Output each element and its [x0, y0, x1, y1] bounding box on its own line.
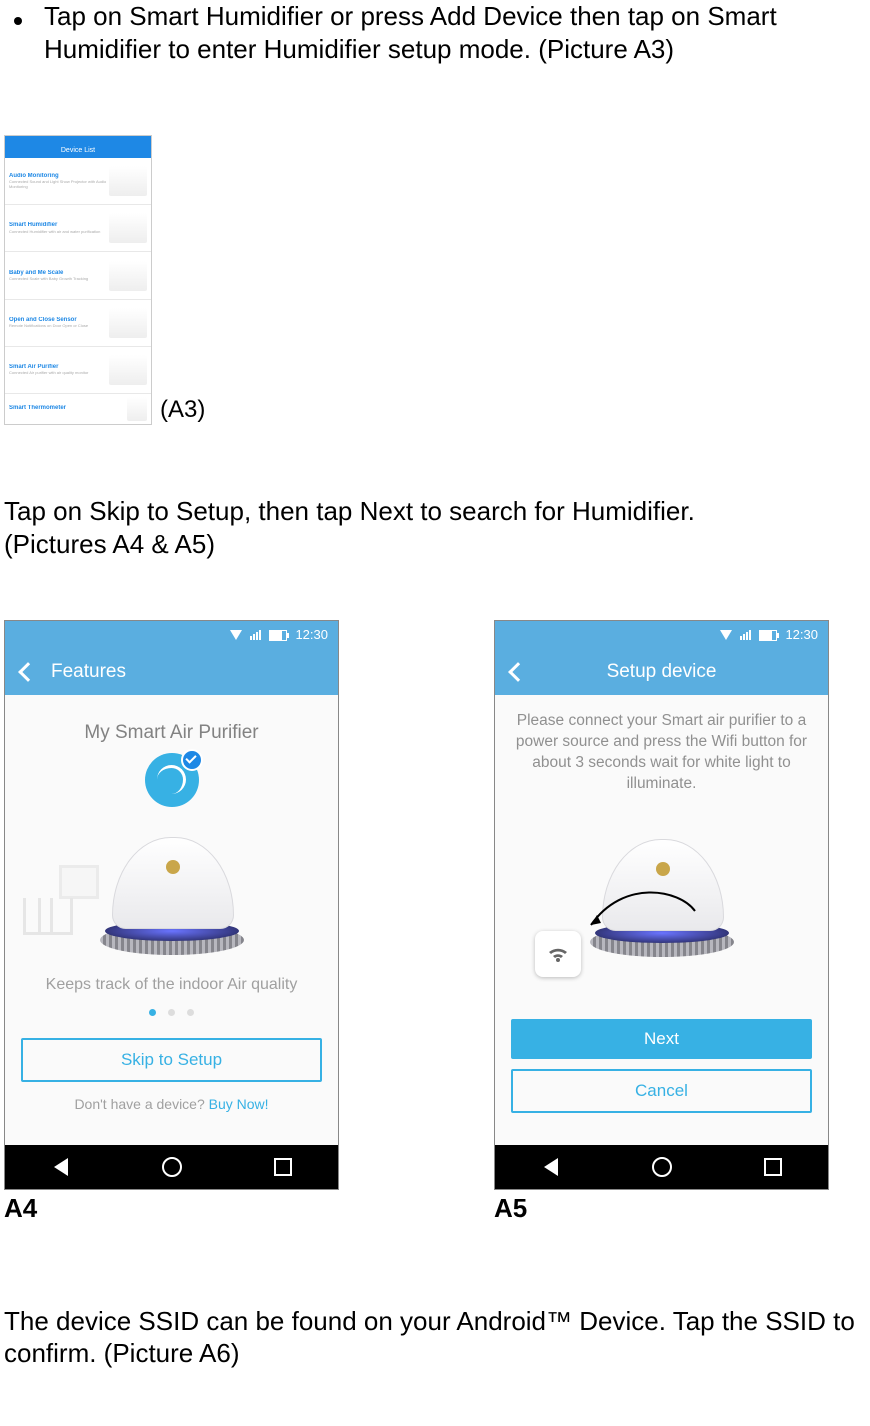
status-bar — [5, 136, 151, 144]
caption-a4: A4 — [4, 1192, 339, 1225]
circle-home-icon — [162, 1157, 182, 1177]
cancel-button[interactable]: Cancel — [511, 1069, 812, 1113]
wifi-icon — [720, 630, 732, 640]
device-thumb — [109, 166, 147, 196]
battery-icon — [759, 630, 777, 641]
chevron-left-icon — [18, 662, 38, 682]
feature-icon — [145, 753, 199, 807]
square-recent-icon — [274, 1158, 292, 1176]
status-time: 12:30 — [295, 627, 328, 643]
skip-to-setup-button[interactable]: Skip to Setup — [21, 1038, 322, 1082]
no-device-text: Don't have a device? Buy Now! — [5, 1096, 338, 1114]
device-thumb — [109, 355, 147, 385]
check-icon — [181, 749, 203, 771]
dot — [168, 1009, 175, 1016]
screenshot-a5: 12:30 Setup device Please connect your S… — [494, 620, 829, 1190]
background-illustration — [23, 865, 103, 935]
device-thumb — [127, 397, 147, 421]
purifier-image — [97, 825, 247, 955]
nav-home-button[interactable] — [161, 1156, 183, 1178]
intro-bullet: Tap on Smart Humidifier or press Add Dev… — [4, 0, 866, 95]
caption-a5: A5 — [494, 1192, 527, 1225]
device-list-item[interactable]: Smart Thermometer — [5, 394, 151, 424]
screen-title: Device List — [5, 144, 151, 158]
triangle-back-icon — [544, 1158, 558, 1176]
arrow-icon — [583, 883, 703, 933]
signal-icon — [740, 630, 751, 640]
nav-back-button[interactable] — [50, 1156, 72, 1178]
bullet-icon — [4, 0, 44, 95]
feature-subtitle: Keeps track of the indoor Air quality — [5, 975, 338, 995]
mid-text-1: Tap on Skip to Setup, then tap Next to s… — [4, 495, 866, 528]
dot — [187, 1009, 194, 1016]
next-button[interactable]: Next — [511, 1019, 812, 1059]
screen-title: Features — [51, 660, 338, 684]
intro-text: Tap on Smart Humidifier or press Add Dev… — [44, 0, 866, 65]
device-list-item[interactable]: Open and Close SensorRemote Notification… — [5, 300, 151, 347]
nav-recent-button[interactable] — [762, 1156, 784, 1178]
circle-home-icon — [652, 1157, 672, 1177]
nav-recent-button[interactable] — [272, 1156, 294, 1178]
device-heading: My Smart Air Purifier — [5, 721, 338, 745]
wifi-button-icon — [535, 931, 581, 977]
back-button[interactable] — [5, 665, 51, 679]
page-indicator[interactable] — [5, 1009, 338, 1016]
screenshot-a3: Device List Audio MonitoringConnected So… — [4, 135, 152, 425]
nav-back-button[interactable] — [540, 1156, 562, 1178]
outro-text: The device SSID can be found on your And… — [4, 1305, 866, 1370]
android-nav-bar — [495, 1145, 828, 1189]
device-list-item[interactable]: Smart HumidifierConnected Humidifier wit… — [5, 205, 151, 252]
title-bar: Features — [5, 649, 338, 695]
status-bar: 12:30 — [5, 621, 338, 649]
nav-home-button[interactable] — [651, 1156, 673, 1178]
device-list-item[interactable]: Smart Air PurifierConnected Air purifier… — [5, 347, 151, 394]
android-nav-bar — [5, 1145, 338, 1189]
triangle-back-icon — [54, 1158, 68, 1176]
air-icon — [157, 765, 186, 794]
device-list-item[interactable]: Audio MonitoringConnected Sound and Ligh… — [5, 158, 151, 205]
battery-icon — [269, 630, 287, 641]
device-thumb — [109, 213, 147, 243]
device-list-item[interactable]: Baby and Me ScaleConnected Scale with Ba… — [5, 252, 151, 299]
wifi-icon — [230, 630, 242, 640]
device-thumb — [109, 261, 147, 291]
setup-illustration — [527, 799, 797, 1019]
square-recent-icon — [764, 1158, 782, 1176]
status-time: 12:30 — [785, 627, 818, 643]
label-a3: (A3) — [160, 395, 205, 425]
device-thumb — [109, 308, 147, 338]
signal-icon — [250, 630, 261, 640]
buy-now-link[interactable]: Buy Now! — [209, 1096, 269, 1112]
setup-instruction: Please connect your Smart air purifier t… — [495, 695, 828, 795]
mid-text-2: (Pictures A4 & A5) — [4, 528, 866, 561]
status-bar: 12:30 — [495, 621, 828, 649]
screen-title: Setup device — [495, 660, 828, 684]
screenshot-a4: 12:30 Features My Smart Air Purifier — [4, 620, 339, 1190]
title-bar: Setup device — [495, 649, 828, 695]
dot-active — [149, 1009, 156, 1016]
